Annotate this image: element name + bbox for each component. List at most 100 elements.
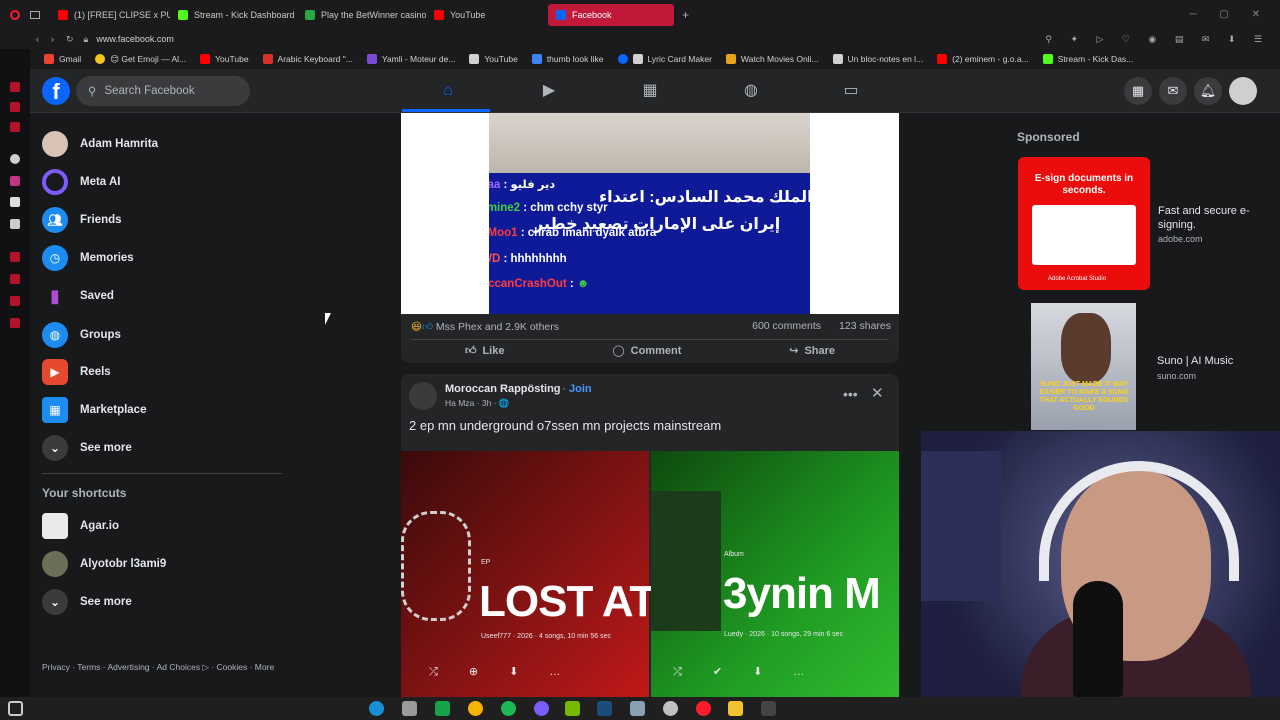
join-group-link[interactable]: Join — [569, 383, 592, 395]
bookmark-arabic-keyboard[interactable]: Arabic Keyboard "... — [262, 54, 353, 64]
chatgpt-icon[interactable] — [10, 154, 20, 164]
bookmark-youtube-2[interactable]: YouTube — [469, 54, 518, 64]
sidebar-item-meta-ai[interactable]: Meta AI — [42, 168, 120, 196]
share-button[interactable]: ↪ Share — [789, 342, 835, 359]
file-explorer-icon[interactable] — [728, 701, 743, 716]
url-field[interactable]: www.facebook.com — [96, 34, 174, 44]
sidebar-app-icon[interactable] — [10, 252, 20, 262]
reactions-count[interactable]: Mss Phex and 2.9K others — [436, 321, 559, 333]
new-tab-button[interactable]: + — [682, 8, 689, 22]
sidebar-app-icon[interactable] — [10, 82, 20, 92]
spotify-icon[interactable] — [501, 701, 516, 716]
group-avatar[interactable] — [409, 382, 437, 410]
ad-adobe-url[interactable]: adobe.com — [1158, 234, 1203, 244]
notifications-icon[interactable]: 🔔︎ — [1194, 77, 1222, 105]
footer-links[interactable]: Privacy · Terms · Advertising · Ad Choic… — [42, 661, 292, 673]
comments-count[interactable]: 600 comments — [752, 320, 821, 332]
sidebar-item-memories[interactable]: ◷ Memories — [42, 244, 134, 272]
post-media[interactable]: الملك محمد السادس: اعتداء إيران على الإم… — [401, 113, 899, 314]
album-image-left[interactable]: EP LOST AT Useef777 · 2026 · 4 songs, 10… — [401, 451, 656, 697]
shortcut-agario[interactable]: Agar.io — [42, 512, 119, 540]
tab-3[interactable]: Play the BetWinner casino — [297, 4, 426, 26]
sidebar-app-icon[interactable] — [10, 318, 20, 328]
sidebar-item-saved[interactable]: ▮ Saved — [42, 282, 114, 310]
x-icon[interactable] — [10, 219, 20, 229]
close-icon[interactable]: ✕ — [871, 384, 884, 402]
tab-1[interactable]: (1) [FREE] CLIPSE x PUSHA — [50, 4, 170, 26]
search-input[interactable]: Search Facebook — [104, 85, 194, 97]
back-icon[interactable]: ‹ — [36, 34, 39, 44]
app-icon[interactable] — [663, 701, 678, 716]
bookmark-eminem[interactable]: (2) eminem - g.o.a... — [937, 54, 1029, 64]
album-controls[interactable]: ⤮ ⊕ ⬇ … — [429, 665, 574, 679]
sidebar-item-profile[interactable]: Adam Hamrita — [42, 130, 158, 158]
windows-start-icon[interactable] — [8, 701, 23, 716]
reaction-icons[interactable]: 😆︎ — [411, 321, 422, 333]
ad-suno-image[interactable]: SUNO JUST MADE IT WAY EASIER TO MAKE A S… — [1031, 303, 1136, 430]
opera-icon[interactable] — [10, 9, 20, 20]
tiktok-icon[interactable] — [10, 197, 20, 207]
bookmark-thumb[interactable]: thumb look like — [531, 54, 604, 64]
shares-count[interactable]: 123 shares — [839, 320, 891, 332]
album-controls[interactable]: ⤮ ✔ ⬇ … — [673, 665, 818, 679]
app-icon[interactable] — [534, 701, 549, 716]
sidebar-app-icon[interactable] — [10, 122, 20, 132]
video-frame[interactable]: الملك محمد السادس: اعتداء إيران على الإم… — [489, 113, 810, 314]
reload-icon[interactable]: ↻ — [66, 34, 74, 45]
tab-4[interactable]: YouTube — [426, 4, 548, 26]
bookmark-yamli[interactable]: Yamli - Moteur de... — [366, 54, 455, 64]
instagram-icon[interactable] — [10, 176, 20, 186]
sidebar-item-groups[interactable]: ◍ Groups — [42, 321, 121, 349]
sidebar-item-marketplace[interactable]: ▦ Marketplace — [42, 396, 146, 424]
tab-manager-icon[interactable] — [30, 10, 40, 19]
groups-icon[interactable]: ◍ — [741, 81, 761, 101]
marketplace-icon[interactable]: ▦ — [640, 81, 660, 101]
sidebar-app-icon[interactable] — [10, 102, 20, 112]
shortcut-alyotobr[interactable]: Alyotobr l3ami9 — [42, 550, 166, 578]
post-author[interactable]: Moroccan Rappösting — [445, 383, 561, 395]
comment-button[interactable]: ◯ Comment — [612, 342, 681, 359]
album-image-right[interactable]: Album 3ynin M Luedy · 2026 · 10 songs, 2… — [651, 451, 899, 697]
bookmark-gmail[interactable]: Gmail — [44, 54, 81, 64]
bookmark-bloc-notes[interactable]: Un bloc-notes en l... — [832, 54, 923, 64]
bookmark-lyric-card[interactable]: Lyric Card Maker — [617, 54, 712, 64]
more-options-icon[interactable]: ••• — [843, 386, 858, 402]
like-button[interactable]: 👍︎ Like — [465, 342, 505, 359]
app-icon[interactable] — [761, 701, 776, 716]
browser-toolbar-icons[interactable]: ⚲ ✦ ▷ ♡ ◉ ▤ ✉ ⬇ ☰ — [1045, 34, 1270, 45]
sidebar-item-reels[interactable]: ▶ Reels — [42, 358, 111, 386]
sidebar-item-friends[interactable]: 👥︎ Friends — [42, 206, 122, 234]
messenger-icon[interactable]: ✉ — [1159, 77, 1187, 105]
bookmark-youtube[interactable]: YouTube — [200, 54, 249, 64]
steam-icon[interactable] — [597, 701, 612, 716]
bookmark-kick[interactable]: Stream - Kick Das... — [1042, 54, 1133, 64]
download-icon[interactable] — [10, 296, 20, 306]
window-controls[interactable]: ─ ▢ ✕ — [1190, 9, 1270, 20]
bookmark-watch-movies[interactable]: Watch Movies Onli... — [725, 54, 819, 64]
gaming-icon[interactable]: ▭ — [841, 81, 861, 101]
tab-2[interactable]: Stream - Kick Dashboard — [170, 4, 297, 26]
app-icon[interactable] — [630, 701, 645, 716]
home-icon[interactable]: ⌂ — [438, 81, 458, 101]
ad-adobe-title[interactable]: Fast and secure e-signing. — [1158, 204, 1258, 232]
app-icon[interactable] — [402, 701, 417, 716]
facebook-logo[interactable]: f — [42, 77, 70, 105]
nvidia-icon[interactable] — [565, 701, 580, 716]
shortcuts-see-more[interactable]: ⌄ See more — [42, 588, 132, 616]
account-avatar[interactable] — [1229, 77, 1257, 105]
app-icon[interactable] — [435, 701, 450, 716]
ad-suno-url[interactable]: suno.com — [1157, 371, 1196, 381]
menu-grid-icon[interactable]: ▦ — [1124, 77, 1152, 105]
opera-icon[interactable] — [696, 701, 711, 716]
ad-suno-title[interactable]: Suno | AI Music — [1157, 355, 1233, 367]
forward-icon[interactable]: › — [51, 34, 54, 44]
search-box[interactable]: ⚲ Search Facebook — [76, 76, 250, 106]
sidebar-app-icon[interactable] — [10, 274, 20, 284]
tab-facebook[interactable]: Facebook — [548, 3, 674, 26]
sidebar-see-more[interactable]: ⌄ See more — [42, 434, 132, 462]
edge-icon[interactable] — [369, 701, 384, 716]
bookmark-getemoji[interactable]: 😊 Get Emoji — Al... — [95, 54, 186, 65]
ad-adobe-image[interactable]: E-sign documents in seconds. Adobe Acrob… — [1018, 157, 1150, 290]
chrome-icon[interactable] — [468, 701, 483, 716]
video-icon[interactable]: ▶ — [539, 81, 559, 101]
